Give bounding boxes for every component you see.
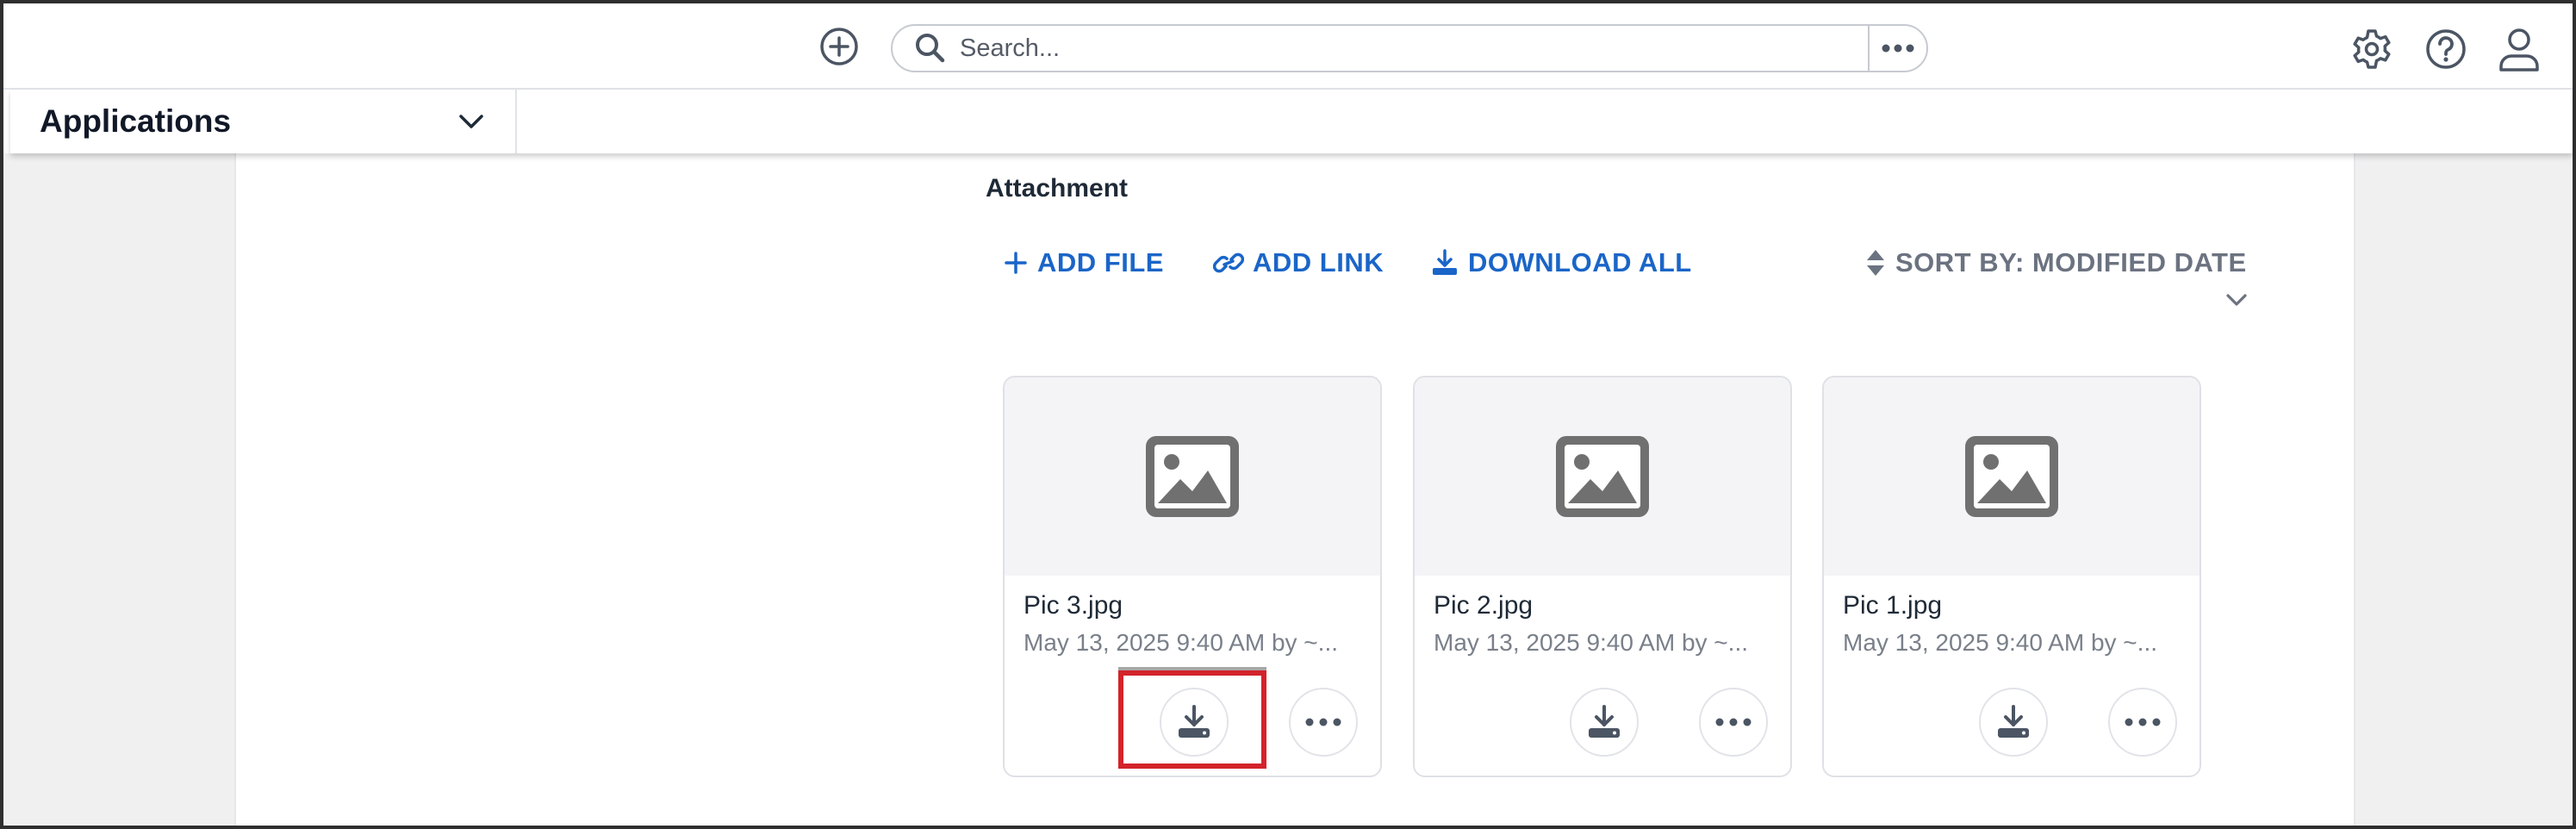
more-horizontal-icon xyxy=(1305,718,1341,726)
image-placeholder-icon xyxy=(1965,436,2058,517)
image-placeholder-icon xyxy=(1556,436,1649,517)
link-icon xyxy=(1213,252,1244,273)
gear-icon[interactable] xyxy=(2349,26,2395,72)
applications-bar: Applications xyxy=(10,90,2573,153)
section-title: Attachment xyxy=(986,174,1129,203)
attachment-card[interactable]: Pic 2.jpg May 13, 2025 9:40 AM by ~... xyxy=(1413,376,1792,777)
file-meta: May 13, 2025 9:40 AM by ~... xyxy=(1024,629,1338,656)
file-meta: May 13, 2025 9:40 AM by ~... xyxy=(1434,629,1748,656)
sort-icon xyxy=(1867,250,1884,276)
more-options-button[interactable] xyxy=(1699,688,1768,757)
search-options-button[interactable] xyxy=(1868,26,1926,71)
download-button[interactable] xyxy=(1570,688,1639,757)
file-name: Pic 3.jpg xyxy=(1024,591,1123,620)
download-icon xyxy=(1589,705,1620,738)
more-horizontal-icon xyxy=(1882,44,1914,53)
file-name: Pic 1.jpg xyxy=(1843,591,1943,620)
chevron-down-icon xyxy=(459,115,483,128)
download-button[interactable] xyxy=(1979,688,2048,757)
more-options-button[interactable] xyxy=(1289,688,1358,757)
attachment-card[interactable]: Pic 1.jpg May 13, 2025 9:40 AM by ~... xyxy=(1822,376,2201,777)
search-icon xyxy=(893,26,955,71)
file-meta: May 13, 2025 9:40 AM by ~... xyxy=(1843,629,2157,656)
image-thumbnail[interactable] xyxy=(1415,377,1790,576)
download-all-label: DOWNLOAD ALL xyxy=(1468,247,1692,277)
add-link-button[interactable]: ADD LINK xyxy=(1213,243,1384,283)
more-horizontal-icon xyxy=(2125,718,2161,726)
top-header xyxy=(3,3,2573,90)
download-icon xyxy=(1433,249,1457,275)
highlight-shadow xyxy=(1118,667,1266,672)
add-link-label: ADD LINK xyxy=(1253,247,1384,277)
image-placeholder-icon xyxy=(1146,436,1239,517)
image-thumbnail[interactable] xyxy=(1824,377,2200,576)
download-button[interactable] xyxy=(1160,688,1229,757)
sort-chevron-down-icon[interactable] xyxy=(2224,288,2249,312)
add-file-label: ADD FILE xyxy=(1037,247,1164,277)
search-bar xyxy=(891,24,1928,72)
more-horizontal-icon xyxy=(1715,718,1752,726)
add-file-button[interactable]: ADD FILE xyxy=(1003,243,1164,283)
help-icon[interactable] xyxy=(2423,26,2469,72)
sort-button[interactable]: SORT BY: MODIFIED DATE xyxy=(1864,243,2247,283)
file-name: Pic 2.jpg xyxy=(1434,591,1534,620)
applications-dropdown[interactable]: Applications xyxy=(10,90,517,153)
attachment-card[interactable]: Pic 3.jpg May 13, 2025 9:40 AM by ~... xyxy=(1003,376,1382,777)
add-circle-icon[interactable] xyxy=(817,24,862,69)
download-icon xyxy=(1998,705,2029,738)
plus-icon xyxy=(1005,252,1027,274)
download-all-button[interactable]: DOWNLOAD ALL xyxy=(1430,243,1692,283)
user-icon[interactable] xyxy=(2495,24,2543,74)
more-options-button[interactable] xyxy=(2108,688,2177,757)
sort-label: SORT BY: MODIFIED DATE xyxy=(1895,247,2247,277)
download-icon xyxy=(1179,705,1210,738)
search-input[interactable] xyxy=(955,26,1868,71)
applications-label: Applications xyxy=(40,103,232,139)
image-thumbnail[interactable] xyxy=(1005,377,1380,576)
